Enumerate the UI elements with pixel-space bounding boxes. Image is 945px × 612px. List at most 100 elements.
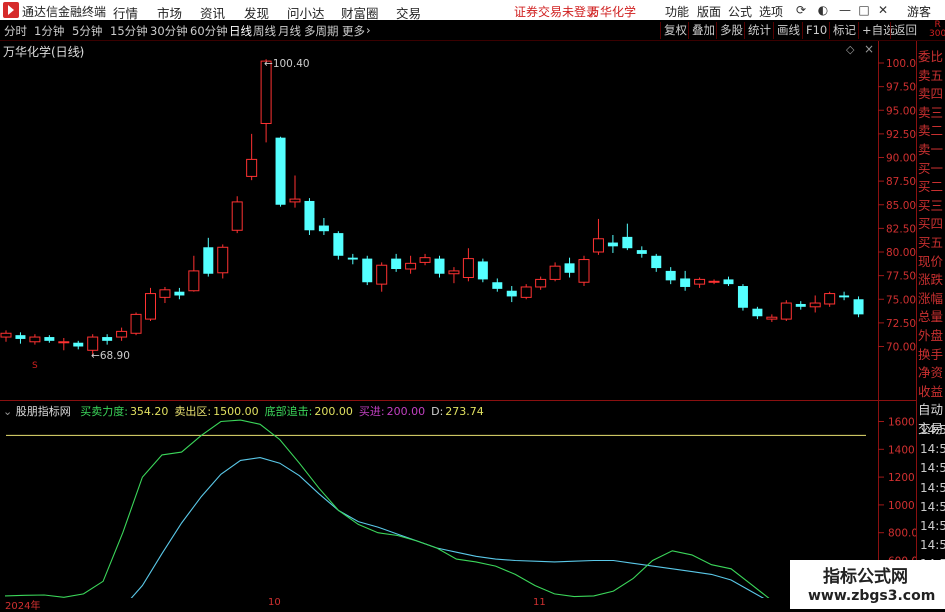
candle-body-up[interactable] <box>376 264 388 285</box>
period-60min[interactable]: 60分钟 <box>190 23 228 39</box>
menu-xuanxiang[interactable]: 选项 <box>759 3 783 20</box>
chevron-right-icon[interactable]: › <box>366 23 371 37</box>
candle-body-up[interactable] <box>405 262 417 270</box>
candle-body-down[interactable] <box>752 308 763 317</box>
menu-gongneng[interactable]: 功能 <box>665 3 689 20</box>
candle-body-down[interactable] <box>304 200 315 231</box>
btn-f10[interactable]: F10 <box>802 22 830 39</box>
period-monthly[interactable]: 月线 <box>278 23 301 39</box>
candle-body-down[interactable] <box>275 137 286 205</box>
candle-body-up[interactable] <box>520 286 532 298</box>
candle-body-up[interactable] <box>0 332 12 338</box>
skin-icon[interactable]: ◐ <box>815 2 831 18</box>
btn-fuquan[interactable]: 复权 <box>660 22 690 39</box>
candle-body-down[interactable] <box>73 342 84 347</box>
menu-wenxiaoda[interactable]: 问小达 <box>287 3 325 22</box>
candle-body-up[interactable] <box>289 198 301 203</box>
period-daily[interactable]: 日线 <box>229 23 252 39</box>
candle-body-down[interactable] <box>564 263 575 273</box>
candle-body-up[interactable] <box>462 258 474 279</box>
candle-body-up[interactable] <box>419 257 431 263</box>
btn-huaxian[interactable]: 画线 <box>773 22 803 39</box>
candle-body-down[interactable] <box>477 261 488 280</box>
maximize-icon[interactable]: □ <box>856 2 872 18</box>
menu-banmian[interactable]: 版面 <box>697 3 721 20</box>
candle-body-up[interactable] <box>809 302 821 308</box>
btn-diejia[interactable]: 叠加 <box>688 22 718 39</box>
candlestick-chart[interactable]: 100.0 97.50 95.00 92.50 90.00 87.50 85.00 82.50… <box>0 41 916 399</box>
period-5min[interactable]: 5分钟 <box>72 23 102 39</box>
candle-body-down[interactable] <box>15 335 26 339</box>
period-30min[interactable]: 30分钟 <box>150 23 188 39</box>
period-more[interactable]: 更多 <box>342 23 365 39</box>
btn-tongji[interactable]: 统计 <box>744 22 774 39</box>
candle-body-up[interactable] <box>578 259 590 283</box>
candle-body-down[interactable] <box>665 270 676 281</box>
candle-body-down[interactable] <box>853 299 864 315</box>
quote-label-19[interactable]: 自动 <box>918 399 943 418</box>
candle-body-up[interactable] <box>549 265 561 280</box>
candle-body-up[interactable] <box>231 201 243 231</box>
candle-body-up[interactable] <box>130 313 142 334</box>
candle-body-down[interactable] <box>203 247 214 274</box>
menu-jiaoyi[interactable]: 交易 <box>396 3 421 22</box>
close-icon[interactable]: ✕ <box>875 2 891 18</box>
candle-body-up[interactable] <box>535 278 547 288</box>
candle-body-up[interactable] <box>29 336 41 343</box>
candle-body-down[interactable] <box>839 295 850 298</box>
candle-body-down[interactable] <box>434 258 445 274</box>
candle-body-down[interactable] <box>723 279 734 285</box>
menu-shichang[interactable]: 市场 <box>157 3 182 22</box>
candle-body-down[interactable] <box>492 282 503 289</box>
btn-duogu[interactable]: 多股 <box>716 22 746 39</box>
candle-body-up[interactable] <box>159 289 171 298</box>
indicator-chart[interactable]: 1600140012001000800.00600.00400.00 <box>0 401 916 598</box>
candle-body-down[interactable] <box>607 242 618 247</box>
candle-body-up[interactable] <box>58 341 70 344</box>
login-status[interactable]: 证券交易未登录 <box>514 3 598 20</box>
menu-zixun[interactable]: 资讯 <box>200 3 225 22</box>
user-label[interactable]: 游客 <box>907 3 931 20</box>
candle-body-up[interactable] <box>708 280 720 283</box>
candle-body-down[interactable] <box>622 236 633 249</box>
candle-body-up[interactable] <box>188 270 200 292</box>
btn-biaoji[interactable]: 标记 <box>829 22 859 39</box>
candle-body-up[interactable] <box>145 293 156 320</box>
candle-body-up[interactable] <box>246 158 258 177</box>
candle-body-down[interactable] <box>44 337 55 341</box>
menu-caifuquan[interactable]: 财富圈 <box>341 3 379 22</box>
candle-body-down[interactable] <box>333 233 344 256</box>
candle-body-up[interactable] <box>116 330 128 338</box>
candle-body-down[interactable] <box>680 278 691 287</box>
candle-body-down[interactable] <box>347 257 358 260</box>
period-15min[interactable]: 15分钟 <box>110 23 148 39</box>
menu-faxian[interactable]: 发现 <box>244 3 269 22</box>
candle-body-down[interactable] <box>362 258 373 283</box>
candle-body-up[interactable] <box>87 336 99 351</box>
candle-body-up[interactable] <box>824 293 836 305</box>
candle-body-up[interactable] <box>694 278 706 285</box>
candle-body-down[interactable] <box>651 255 662 269</box>
candle-body-down[interactable] <box>506 290 517 297</box>
candle-body-up[interactable] <box>766 316 778 320</box>
minimize-icon[interactable]: — <box>837 2 853 18</box>
candle-body-down[interactable] <box>737 286 748 308</box>
candle-body-down[interactable] <box>636 250 647 254</box>
candle-body-down[interactable] <box>174 291 185 296</box>
candle-body-down[interactable] <box>102 337 113 341</box>
period-fenshi[interactable]: 分时 <box>4 23 27 39</box>
candle-body-down[interactable] <box>795 303 806 307</box>
candle-body-down[interactable] <box>391 258 402 270</box>
candle-body-up[interactable] <box>780 302 792 320</box>
candle-body-up[interactable] <box>448 270 460 275</box>
menu-hangqing[interactable]: 行情 <box>113 3 138 22</box>
refresh-icon[interactable]: ⟳ <box>793 2 809 18</box>
menu-gongshi[interactable]: 公式 <box>728 3 752 20</box>
candle-body-up[interactable] <box>217 246 229 274</box>
period-multi[interactable]: 多周期 <box>304 23 339 39</box>
candle-body-down[interactable] <box>318 225 329 232</box>
candle-body-up[interactable] <box>592 238 604 253</box>
period-1min[interactable]: 1分钟 <box>34 23 64 39</box>
candle-body-up[interactable] <box>260 60 272 124</box>
period-weekly[interactable]: 周线 <box>253 23 276 39</box>
